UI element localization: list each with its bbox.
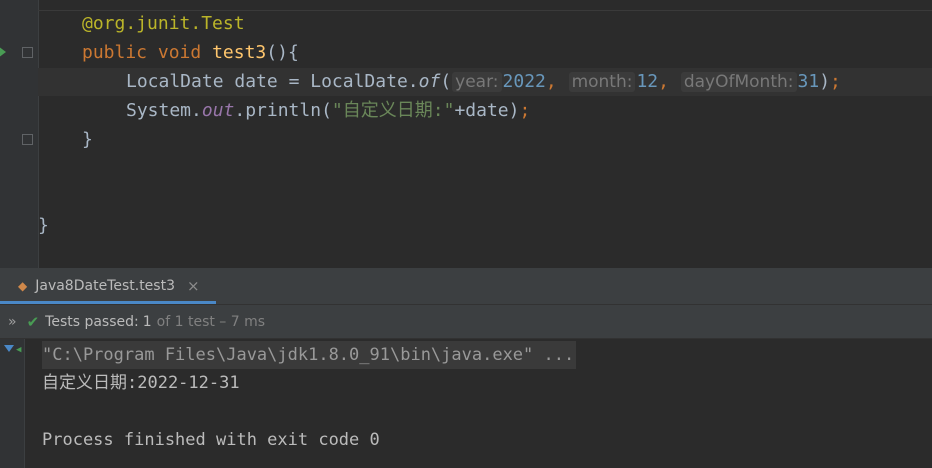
console-output-line: 自定义日期:2022-12-31: [42, 373, 240, 393]
param-hint-month: month:: [568, 72, 636, 92]
code-line-annotation: @org.junit.Test: [82, 13, 245, 34]
close-icon[interactable]: ×: [187, 277, 200, 295]
code-line-close-method: }: [82, 129, 93, 150]
editor-gutter: [0, 0, 39, 268]
code-line-method-signature: public void test3(){: [82, 42, 299, 63]
fold-icon[interactable]: [22, 47, 33, 58]
code-editor[interactable]: @org.junit.Test public void test3(){ Loc…: [0, 0, 932, 268]
run-config-icon: ◆: [18, 278, 28, 293]
status-dot-icon: ◀: [16, 345, 22, 355]
collapse-arrow-icon[interactable]: [4, 345, 14, 352]
param-hint-year: year:: [452, 72, 502, 92]
test-status-bar: » ✔ Tests passed: 1 of 1 test – 7 ms: [0, 305, 932, 339]
fold-icon[interactable]: [22, 134, 33, 145]
run-tab-bar: ◆ Java8DateTest.test3 ×: [0, 270, 932, 305]
code-line-println: System.out.println("自定义日期:"+date);: [126, 100, 531, 121]
run-tab[interactable]: ◆ Java8DateTest.test3 ×: [0, 270, 216, 304]
code-line-close-class: }: [38, 215, 49, 236]
expand-icon[interactable]: »: [8, 314, 17, 330]
run-test-icon[interactable]: [0, 46, 6, 58]
tests-passed-label: Tests passed:: [45, 313, 139, 330]
console-command-line[interactable]: "C:\Program Files\Java\jdk1.8.0_91\bin\j…: [42, 341, 577, 369]
console-output[interactable]: ◀ "C:\Program Files\Java\jdk1.8.0_91\bin…: [0, 339, 932, 468]
tests-summary: of 1 test – 7 ms: [156, 313, 266, 330]
run-tab-label: Java8DateTest.test3: [35, 277, 175, 294]
console-gutter: ◀: [0, 339, 25, 468]
tests-passed-count: 1: [142, 313, 152, 330]
check-icon: ✔: [26, 312, 40, 331]
code-line-localdate: LocalDate date = LocalDate.of(year: 2022,…: [38, 68, 932, 96]
param-hint-day: dayOfMonth:: [680, 72, 797, 92]
console-exit-line: Process finished with exit code 0: [42, 430, 380, 450]
